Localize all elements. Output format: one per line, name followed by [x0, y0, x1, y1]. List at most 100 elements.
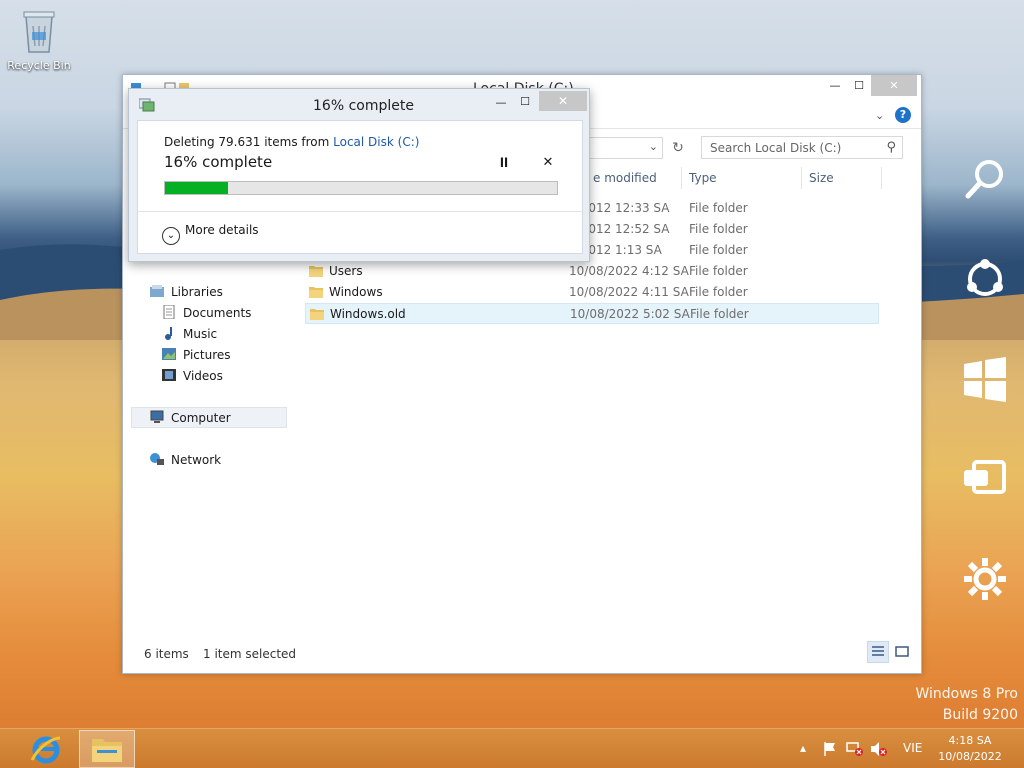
dialog-titlebar[interactable]: 16% complete — ☐ ✕ [129, 89, 589, 120]
libraries-icon [150, 285, 164, 297]
explorer-maximize-button[interactable]: ☐ [845, 75, 873, 96]
column-size[interactable]: Size [809, 171, 834, 185]
file-row[interactable]: Windows 10/08/2022 4:11 SA File folder [305, 282, 879, 303]
file-name: Windows.old [330, 307, 406, 321]
folder-icon [310, 309, 324, 320]
large-icons-view-button[interactable] [891, 641, 913, 663]
file-row-selected[interactable]: Windows.old 10/08/2022 5:02 SA File fold… [305, 303, 879, 324]
speaker-muted-icon[interactable] [870, 741, 888, 757]
file-explorer-icon [92, 739, 122, 762]
watermark-edition: Windows 8 Pro [915, 686, 1018, 702]
file-date: 10/08/2022 4:12 SA [569, 264, 689, 278]
nav-computer[interactable]: Computer [149, 410, 231, 425]
charm-settings[interactable] [960, 554, 1010, 604]
nav-videos[interactable]: Videos [161, 368, 223, 383]
file-type: File folder [689, 264, 748, 278]
taskbar-file-explorer[interactable] [79, 730, 135, 768]
network-icon [150, 453, 164, 465]
search-icon [965, 160, 1003, 199]
more-details-button[interactable]: ⌄ More details [162, 223, 259, 245]
file-type: File folder [689, 222, 748, 236]
show-hidden-icons-icon[interactable]: ▴ [800, 741, 806, 755]
nav-network[interactable]: Network [149, 452, 221, 467]
address-bar[interactable]: ⌄ [587, 137, 663, 159]
deleting-prefix: Deleting 79.631 items from [164, 135, 334, 149]
nav-label: Computer [171, 411, 231, 425]
status-bar: 6 items 1 item selected [123, 647, 921, 673]
cancel-button[interactable]: ✕ [540, 154, 556, 170]
dialog-maximize-button[interactable]: ☐ [511, 91, 539, 112]
file-type: File folder [689, 201, 748, 215]
charm-devices[interactable] [960, 454, 1010, 504]
refresh-button[interactable]: ↻ [667, 137, 689, 159]
recycle-bin[interactable]: Recycle Bin [6, 6, 72, 72]
copy-dialog-icon [139, 98, 155, 112]
folder-icon [309, 287, 323, 298]
explorer-close-button[interactable]: ✕ [871, 75, 917, 96]
nav-libraries[interactable]: Libraries [149, 284, 223, 299]
file-name: Users [329, 264, 363, 278]
pause-icon: ll [499, 156, 509, 170]
nav-music[interactable]: Music [161, 326, 217, 341]
status-item-count: 6 items [144, 647, 189, 661]
ribbon-expand-icon[interactable]: ⌄ [875, 109, 884, 122]
pause-button[interactable]: ll [496, 155, 512, 171]
progress-bar [164, 181, 558, 195]
help-icon[interactable]: ? [895, 107, 911, 123]
network-disconnected-icon[interactable] [846, 741, 864, 757]
search-icon: ⚲ [886, 140, 896, 155]
pictures-icon [162, 348, 176, 360]
location-link[interactable]: Local Disk (C:) [333, 135, 419, 149]
close-icon: ✕ [542, 154, 554, 170]
recycle-bin-label: Recycle Bin [7, 59, 71, 72]
status-selection: 1 item selected [203, 647, 297, 661]
large-icons-view-icon [895, 646, 909, 657]
column-divider[interactable] [801, 167, 802, 189]
windows-logo-icon [964, 357, 1006, 402]
column-type[interactable]: Type [689, 171, 717, 185]
details-view-icon [872, 646, 884, 656]
computer-icon [150, 410, 164, 423]
nav-label: Libraries [171, 285, 223, 299]
more-details-label: More details [185, 223, 259, 237]
nav-documents[interactable]: Documents [161, 305, 251, 320]
videos-icon [162, 369, 176, 381]
column-divider[interactable] [681, 167, 682, 189]
dialog-body: Deleting 79.631 items from Local Disk (C… [137, 120, 583, 254]
folder-icon [309, 266, 323, 277]
dialog-close-button[interactable]: ✕ [539, 91, 587, 111]
nav-label: Network [171, 453, 222, 467]
clock-date: 10/08/2022 [938, 750, 1002, 763]
taskbar: ▴ VIE 4:18 SA 10/08/2022 [0, 728, 1024, 768]
address-dropdown-icon[interactable]: ⌄ [649, 140, 658, 153]
progress-fill [165, 182, 228, 194]
music-icon [165, 327, 172, 340]
input-language[interactable]: VIE [903, 741, 922, 755]
charm-start[interactable] [960, 354, 1010, 404]
details-view-button[interactable] [867, 641, 889, 663]
deleting-status: Deleting 79.631 items from Local Disk (C… [164, 135, 419, 149]
file-row[interactable]: Users 10/08/2022 4:12 SA File folder [305, 261, 879, 282]
charm-search[interactable] [960, 154, 1010, 204]
clock-time: 4:18 SA [948, 734, 992, 747]
dialog-title: 16% complete [313, 98, 414, 114]
nav-label: Documents [183, 306, 252, 320]
gear-icon [964, 558, 1006, 600]
charm-share[interactable] [960, 254, 1010, 304]
file-type: File folder [689, 285, 748, 299]
search-placeholder: Search Local Disk (C:) [710, 141, 842, 155]
action-center-flag-icon[interactable] [822, 741, 838, 757]
recycle-bin-icon [23, 11, 55, 53]
column-date-modified[interactable]: e modified [593, 171, 657, 185]
nav-label: Videos [183, 369, 223, 383]
taskbar-internet-explorer[interactable] [24, 731, 68, 767]
dialog-divider [138, 211, 582, 212]
column-divider[interactable] [881, 167, 882, 189]
search-input[interactable]: Search Local Disk (C:) ⚲ [701, 136, 903, 159]
file-name: Windows [329, 285, 383, 299]
chevron-down-icon: ⌄ [162, 227, 180, 245]
nav-pictures[interactable]: Pictures [161, 347, 231, 362]
system-clock[interactable]: 4:18 SA 10/08/2022 [930, 733, 1010, 765]
file-type: File folder [690, 307, 749, 321]
file-date: 10/08/2022 4:11 SA [569, 285, 689, 299]
